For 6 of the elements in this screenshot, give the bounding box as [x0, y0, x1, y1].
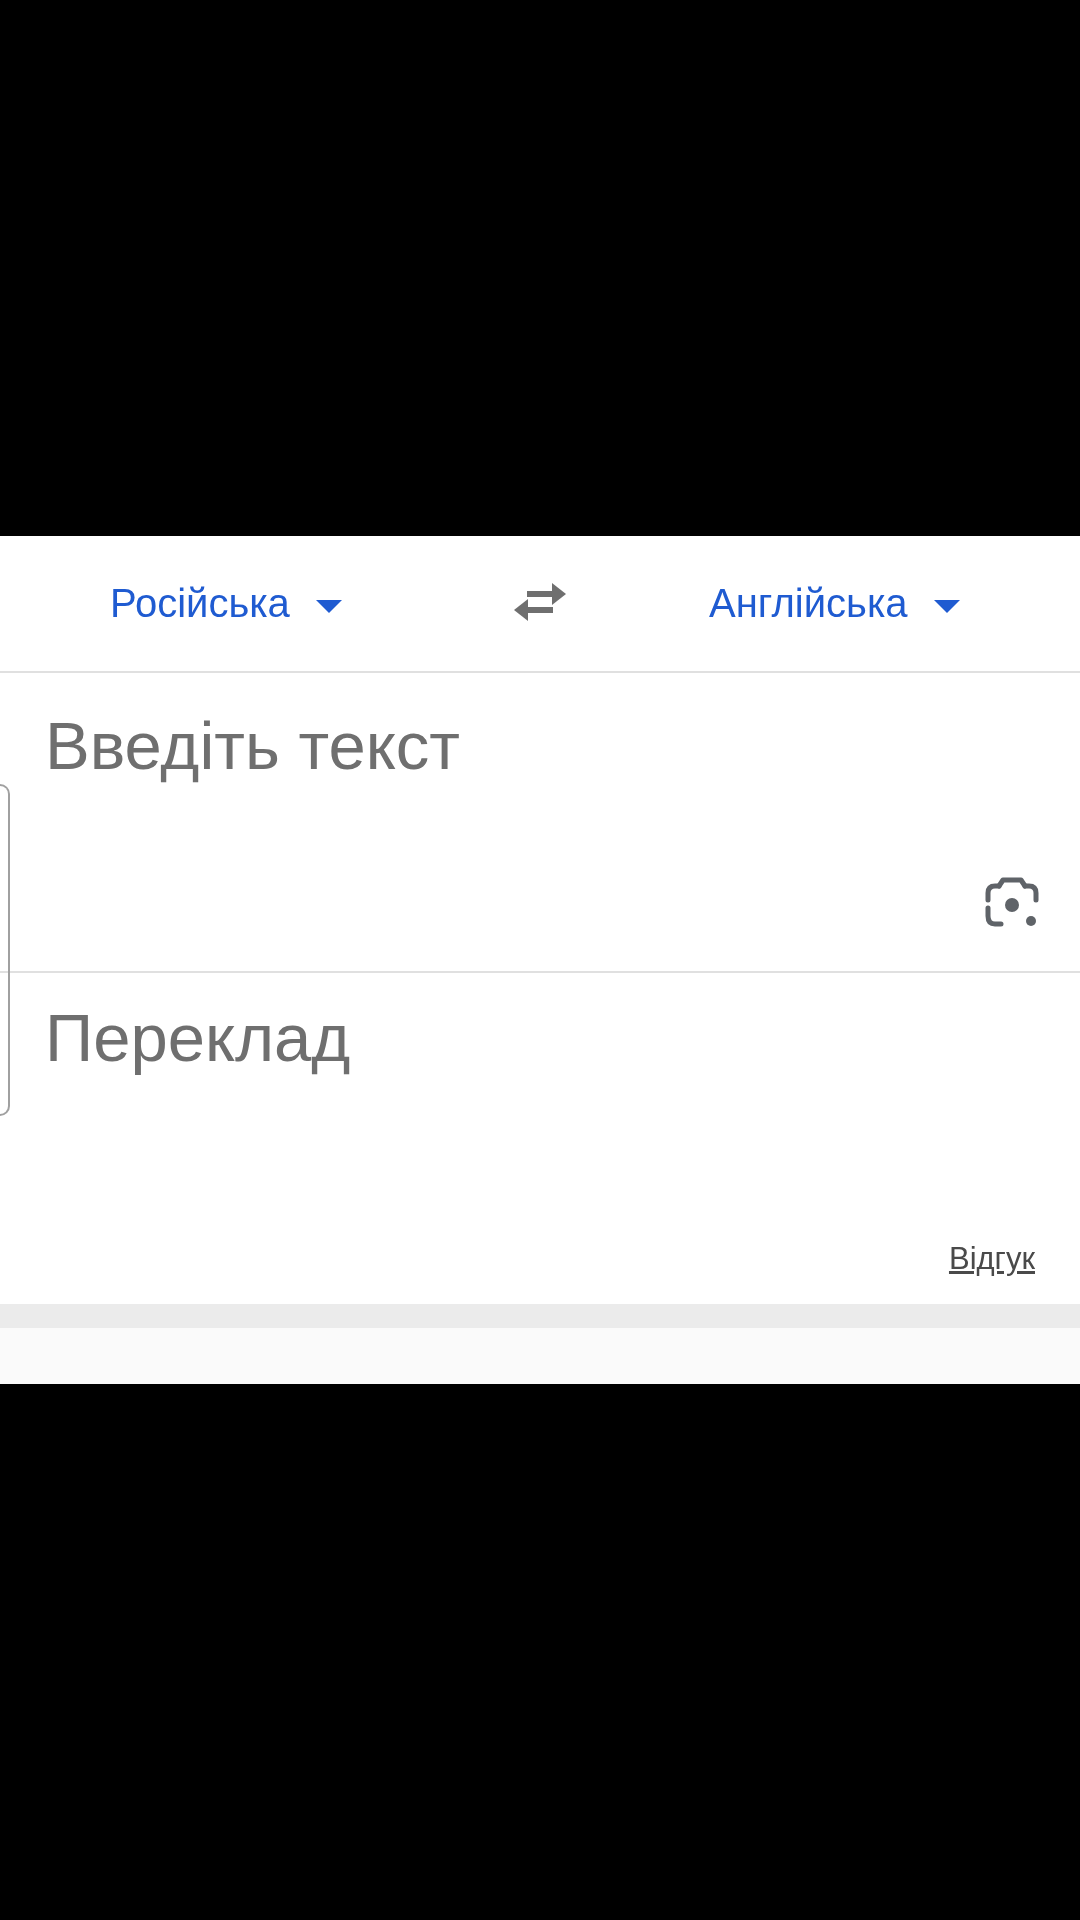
swap-icon[interactable] — [513, 581, 567, 622]
feedback-link[interactable]: Відгук — [948, 1241, 1035, 1277]
caret-icon — [315, 600, 342, 613]
camera-icon[interactable] — [984, 876, 1040, 930]
caret-icon — [933, 600, 960, 613]
translation-output-field[interactable]: Переклад — [0, 973, 1080, 1223]
